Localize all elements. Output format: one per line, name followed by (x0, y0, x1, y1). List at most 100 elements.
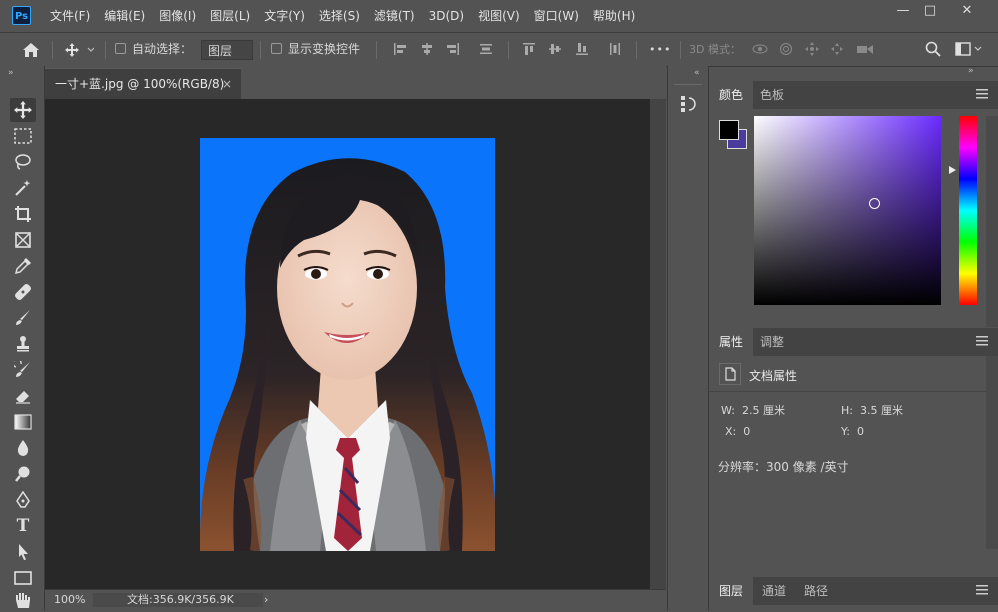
pen-tool-icon[interactable] (10, 488, 36, 512)
healing-brush-tool-icon[interactable] (10, 280, 36, 304)
path-selection-tool-icon[interactable] (10, 540, 36, 564)
canvas-area[interactable] (45, 99, 650, 589)
auto-select-value: 图层 (208, 44, 233, 58)
align-left-icon[interactable] (393, 42, 407, 56)
menu-view[interactable]: 视图(V) (471, 0, 527, 32)
type-tool-icon[interactable]: T (10, 514, 36, 538)
marquee-tool-icon[interactable] (10, 124, 36, 148)
menu-type[interactable]: 文字(Y) (257, 0, 312, 32)
clone-stamp-tool-icon[interactable] (10, 332, 36, 356)
distribute-horizontal-icon[interactable] (608, 42, 622, 56)
panel-scroll-track (986, 116, 998, 327)
eraser-tool-icon[interactable] (10, 384, 36, 408)
3d-camera-icon[interactable] (856, 42, 874, 56)
close-tab-icon[interactable]: × (222, 69, 232, 100)
expand-panels-icon[interactable]: « (694, 68, 700, 78)
menu-image[interactable]: 图像(I) (152, 0, 203, 32)
tab-swatches[interactable]: 色板 (750, 81, 794, 109)
tab-channels[interactable]: 通道 (752, 577, 796, 605)
tab-adjustments[interactable]: 调整 (750, 328, 794, 356)
collapse-right-panels-icon[interactable]: » (968, 66, 974, 76)
hue-slider[interactable] (959, 116, 977, 305)
home-icon[interactable] (22, 33, 40, 66)
document-tab-bar: 一寸+蓝.jpg @ 100%(RGB/8) × (45, 66, 666, 99)
separator (52, 41, 53, 59)
tab-color[interactable]: 颜色 (709, 81, 754, 109)
align-middle-icon[interactable] (548, 42, 562, 56)
dodge-tool-icon[interactable] (10, 462, 36, 486)
status-menu-arrow[interactable]: › (264, 590, 268, 610)
panel-menu-icon[interactable] (976, 336, 988, 346)
distribute-icon[interactable] (479, 42, 493, 56)
panel-menu-icon[interactable] (976, 89, 988, 99)
separator (376, 41, 377, 59)
y-value[interactable]: 0 (857, 425, 864, 438)
document-properties-icon (719, 363, 741, 385)
hand-tool-icon[interactable] (10, 590, 36, 610)
menu-help[interactable]: 帮助(H) (586, 0, 642, 32)
menu-3d[interactable]: 3D(D) (422, 0, 471, 32)
properties-panel-tabs: 属性 调整 (709, 328, 998, 356)
close-button[interactable]: ✕ (950, 0, 984, 22)
magic-wand-tool-icon[interactable] (10, 176, 36, 200)
vertical-scrollbar[interactable] (650, 99, 666, 589)
tab-layers[interactable]: 图层 (709, 577, 754, 605)
frame-tool-icon[interactable] (10, 228, 36, 252)
align-right-icon[interactable] (446, 42, 460, 56)
show-transform-checkbox[interactable]: 显示变换控件 (271, 33, 360, 66)
move-tool-icon[interactable] (10, 98, 36, 122)
color-field[interactable] (754, 116, 941, 305)
menu-window[interactable]: 窗口(W) (527, 0, 586, 32)
properties-panel: 属性 调整 文档属性 W: 2.5 厘米 H: 3.5 厘米 X: 0 Y: 0… (709, 328, 998, 576)
height-value[interactable]: 3.5 厘米 (860, 404, 903, 417)
tab-properties[interactable]: 属性 (709, 328, 754, 356)
collapse-toolbar-icon[interactable]: » (8, 68, 14, 78)
height-label: H: (841, 404, 853, 417)
move-tool-preset-icon[interactable] (64, 33, 95, 66)
document-size-info: 文档:356.9K/356.9K (127, 593, 234, 606)
color-picker-cursor[interactable] (869, 198, 880, 209)
rectangle-tool-icon[interactable] (10, 566, 36, 590)
options-bar: 自动选择： 图层 显示变换控件 ••• 3D 模式： (0, 33, 998, 67)
menu-edit[interactable]: 编辑(E) (97, 0, 152, 32)
x-value[interactable]: 0 (743, 425, 750, 438)
crop-tool-icon[interactable] (10, 202, 36, 226)
tab-paths[interactable]: 路径 (794, 577, 838, 605)
foreground-color-swatch[interactable] (719, 120, 739, 140)
maximize-button[interactable]: □ (913, 0, 947, 22)
layers-panel: 图层 通道 路径 (709, 577, 998, 611)
3d-mode-label: 3D 模式： (689, 43, 741, 56)
search-icon[interactable] (925, 41, 941, 57)
document-tab[interactable]: 一寸+蓝.jpg @ 100%(RGB/8) × (45, 68, 241, 99)
menu-select[interactable]: 选择(S) (312, 0, 367, 32)
menu-layer[interactable]: 图层(L) (203, 0, 257, 32)
auto-select-dropdown[interactable]: 图层 (201, 40, 253, 60)
workspace-icon[interactable] (955, 42, 983, 56)
y-label: Y: (841, 425, 850, 438)
lasso-tool-icon[interactable] (10, 150, 36, 174)
id-photo (200, 138, 495, 551)
3d-roll-icon[interactable] (779, 42, 793, 56)
history-brush-tool-icon[interactable] (10, 358, 36, 382)
more-options-button[interactable]: ••• (649, 33, 671, 66)
history-panel-icon[interactable] (680, 95, 696, 113)
eyedropper-tool-icon[interactable] (10, 254, 36, 278)
auto-select-checkbox[interactable]: 自动选择： (115, 33, 192, 66)
brush-tool-icon[interactable] (10, 306, 36, 330)
align-top-icon[interactable] (522, 42, 536, 56)
gradient-tool-icon[interactable] (10, 410, 36, 434)
3d-orbit-icon[interactable] (751, 42, 769, 56)
checkbox-box (271, 43, 282, 54)
zoom-level[interactable]: 100% (54, 590, 85, 610)
3d-slide-icon[interactable] (830, 42, 844, 56)
blur-tool-icon[interactable] (10, 436, 36, 460)
collapsed-panel-strip: « (667, 66, 709, 611)
menu-file[interactable]: 文件(F) (43, 0, 97, 32)
hue-slider-handle[interactable] (949, 166, 956, 174)
3d-pan-icon[interactable] (805, 42, 819, 56)
align-center-icon[interactable] (420, 42, 434, 56)
width-value[interactable]: 2.5 厘米 (742, 404, 785, 417)
align-bottom-icon[interactable] (575, 42, 589, 56)
panel-menu-icon[interactable] (976, 585, 988, 595)
menu-filter[interactable]: 滤镜(T) (367, 0, 422, 32)
